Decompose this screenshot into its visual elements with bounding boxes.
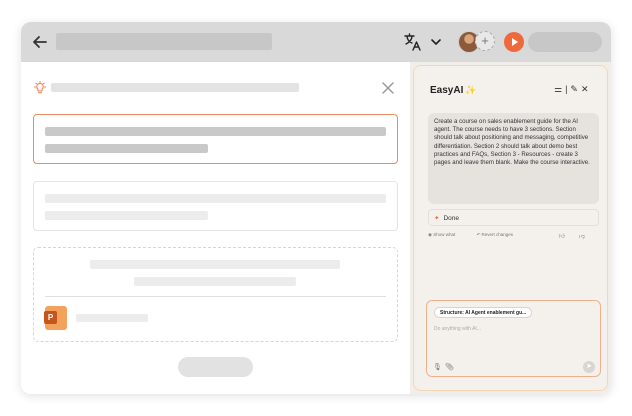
status-message: ✦ Done: [428, 209, 599, 226]
context-chip[interactable]: Structure: AI Agent enablement gu...: [434, 307, 533, 318]
show-what-button[interactable]: ◉ Show what: [428, 232, 465, 237]
revert-changes-button[interactable]: ↶ Revert changes: [476, 232, 523, 237]
file-badge: P: [44, 311, 57, 324]
submit-button-placeholder[interactable]: [178, 357, 253, 377]
assistant-panel: EasyAI ✨ ⚌|✎✕ Create a course on sales en…: [413, 65, 608, 391]
sparkle-icon: ✨: [465, 85, 477, 95]
upload-dropzone[interactable]: P: [33, 247, 398, 342]
selected-option-card[interactable]: [33, 114, 398, 164]
message-actions: ◉ Show what ↶ Revert changes 👍︎ 👎︎: [428, 232, 599, 242]
translate-icon[interactable]: [403, 32, 423, 52]
show-what-label: Show what: [433, 232, 456, 237]
sparkle-icon: ✦: [434, 215, 440, 222]
header-placeholder: [51, 83, 299, 92]
text-placeholder: [45, 194, 386, 203]
publish-button-placeholder[interactable]: [528, 32, 602, 52]
text-placeholder: [134, 277, 296, 286]
chat-input-placeholder[interactable]: Do anything with AI...: [434, 326, 481, 332]
divider: [45, 296, 386, 297]
send-button[interactable]: ➤: [583, 361, 595, 373]
file-name-placeholder: [76, 314, 148, 322]
thumbs-down-icon[interactable]: 👎︎: [579, 234, 589, 240]
play-button[interactable]: [504, 32, 524, 52]
status-label: Done: [443, 215, 459, 222]
feedback-buttons: 👍︎ 👎︎: [559, 232, 599, 240]
paperclip-icon[interactable]: 📎︎: [445, 363, 454, 371]
back-arrow-icon[interactable]: [31, 33, 49, 51]
top-bar: +: [21, 22, 611, 62]
assistant-pane: EasyAI ✨ ⚌|✎✕ Create a course on sales en…: [410, 62, 611, 394]
option-card[interactable]: [33, 181, 398, 231]
text-placeholder: [90, 260, 340, 269]
chevron-down-icon[interactable]: [429, 35, 443, 49]
close-icon[interactable]: [381, 81, 395, 95]
text-placeholder: [45, 211, 208, 220]
add-collaborator-button[interactable]: +: [475, 31, 495, 51]
assistant-title-text: EasyAI: [430, 85, 464, 96]
assistant-title: EasyAI ✨: [430, 85, 477, 96]
close-icon[interactable]: ✕: [581, 84, 592, 94]
powerpoint-file-icon: P: [44, 306, 67, 330]
chat-input-box[interactable]: Structure: AI Agent enablement gu... Do …: [426, 300, 601, 377]
microphone-icon[interactable]: 🎙︎: [433, 363, 442, 371]
edit-icon[interactable]: ✎: [570, 84, 581, 94]
revert-changes-label: Revert changes: [481, 232, 514, 237]
user-prompt-message: Create a course on sales enablement guid…: [428, 113, 599, 204]
app-window: + P EasyAI ✨ ⚌|✎✕ Create a course on sal…: [21, 22, 611, 394]
settings-sliders-icon[interactable]: ⚌: [554, 84, 565, 94]
thumbs-up-icon[interactable]: 👍︎: [559, 234, 569, 240]
text-placeholder: [45, 127, 386, 136]
lightbulb-icon: [34, 81, 46, 94]
editor-pane: P: [21, 62, 410, 394]
text-placeholder: [45, 144, 208, 153]
panel-toolbar: ⚌|✎✕: [554, 84, 592, 95]
title-placeholder: [56, 33, 272, 50]
